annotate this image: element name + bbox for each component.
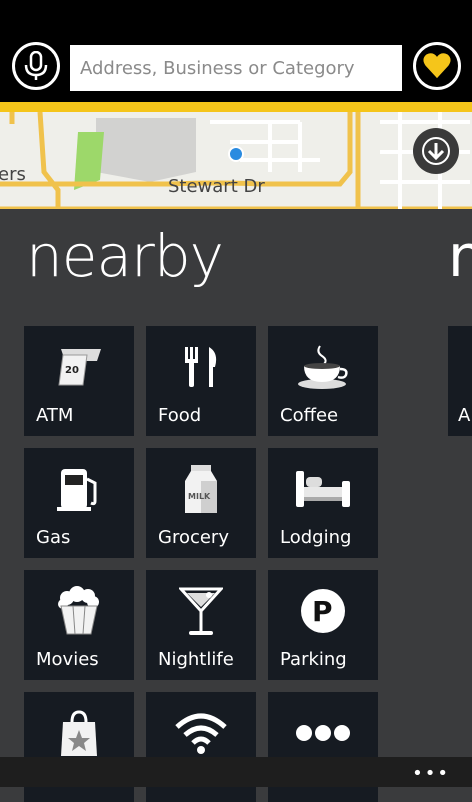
tile-atm[interactable]: 20 ATM [24, 326, 134, 436]
gas-icon [57, 469, 97, 511]
tile-label: Grocery [158, 527, 229, 548]
parking-icon: P [301, 589, 345, 633]
coffee-icon [298, 345, 348, 389]
app-bar: ••• [0, 757, 472, 787]
tile-gas[interactable]: Gas [24, 448, 134, 558]
voice-search-button[interactable] [12, 42, 60, 90]
tile-label: ATM [36, 405, 74, 426]
tile-parking[interactable]: P Parking [268, 570, 378, 680]
tile-label: Movies [36, 649, 99, 670]
map-view[interactable]: ers Stewart Dr [0, 112, 472, 209]
tile-label: Coffee [280, 405, 339, 426]
tile-food[interactable]: Food [146, 326, 256, 436]
tile-label: Lodging [280, 527, 352, 548]
lodging-icon [296, 471, 350, 507]
microphone-icon [24, 51, 48, 80]
arrow-down-icon [422, 137, 450, 165]
tile-grocery[interactable]: MILK Grocery [146, 448, 256, 558]
svg-text:MILK: MILK [188, 492, 211, 501]
shopping-icon [61, 710, 97, 756]
app-bar-more-button[interactable]: ••• [412, 763, 450, 784]
tile-label: Food [158, 405, 202, 426]
next-section-title-peek[interactable]: n [448, 222, 472, 290]
tile-label: Nightlife [158, 649, 234, 670]
wifi-icon [175, 713, 227, 754]
search-input[interactable] [70, 45, 402, 91]
more-icon [296, 725, 350, 741]
nightlife-icon [179, 587, 223, 635]
svg-text:P: P [312, 595, 333, 628]
favorites-button[interactable] [413, 42, 461, 90]
tile-label: Parking [280, 649, 347, 670]
movies-icon [58, 586, 99, 635]
atm-icon: 20 [58, 349, 101, 386]
heart-icon [423, 53, 451, 79]
nearby-title: nearby [26, 222, 224, 290]
next-section-tile-peek[interactable]: A [448, 326, 472, 436]
tile-label: Gas [36, 527, 71, 548]
tile-coffee[interactable]: Coffee [268, 326, 378, 436]
tile-nightlife[interactable]: Nightlife [146, 570, 256, 680]
map-label-street: Stewart Dr [168, 176, 265, 197]
download-map-button[interactable] [413, 128, 459, 174]
food-icon [185, 347, 217, 387]
accent-strip [0, 102, 472, 112]
grocery-icon: MILK [185, 465, 217, 513]
svg-text:20: 20 [65, 365, 79, 376]
tile-movies[interactable]: Movies [24, 570, 134, 680]
map-label-partial: ers [0, 164, 26, 185]
status-bar [0, 0, 472, 30]
tile-lodging[interactable]: Lodging [268, 448, 378, 558]
